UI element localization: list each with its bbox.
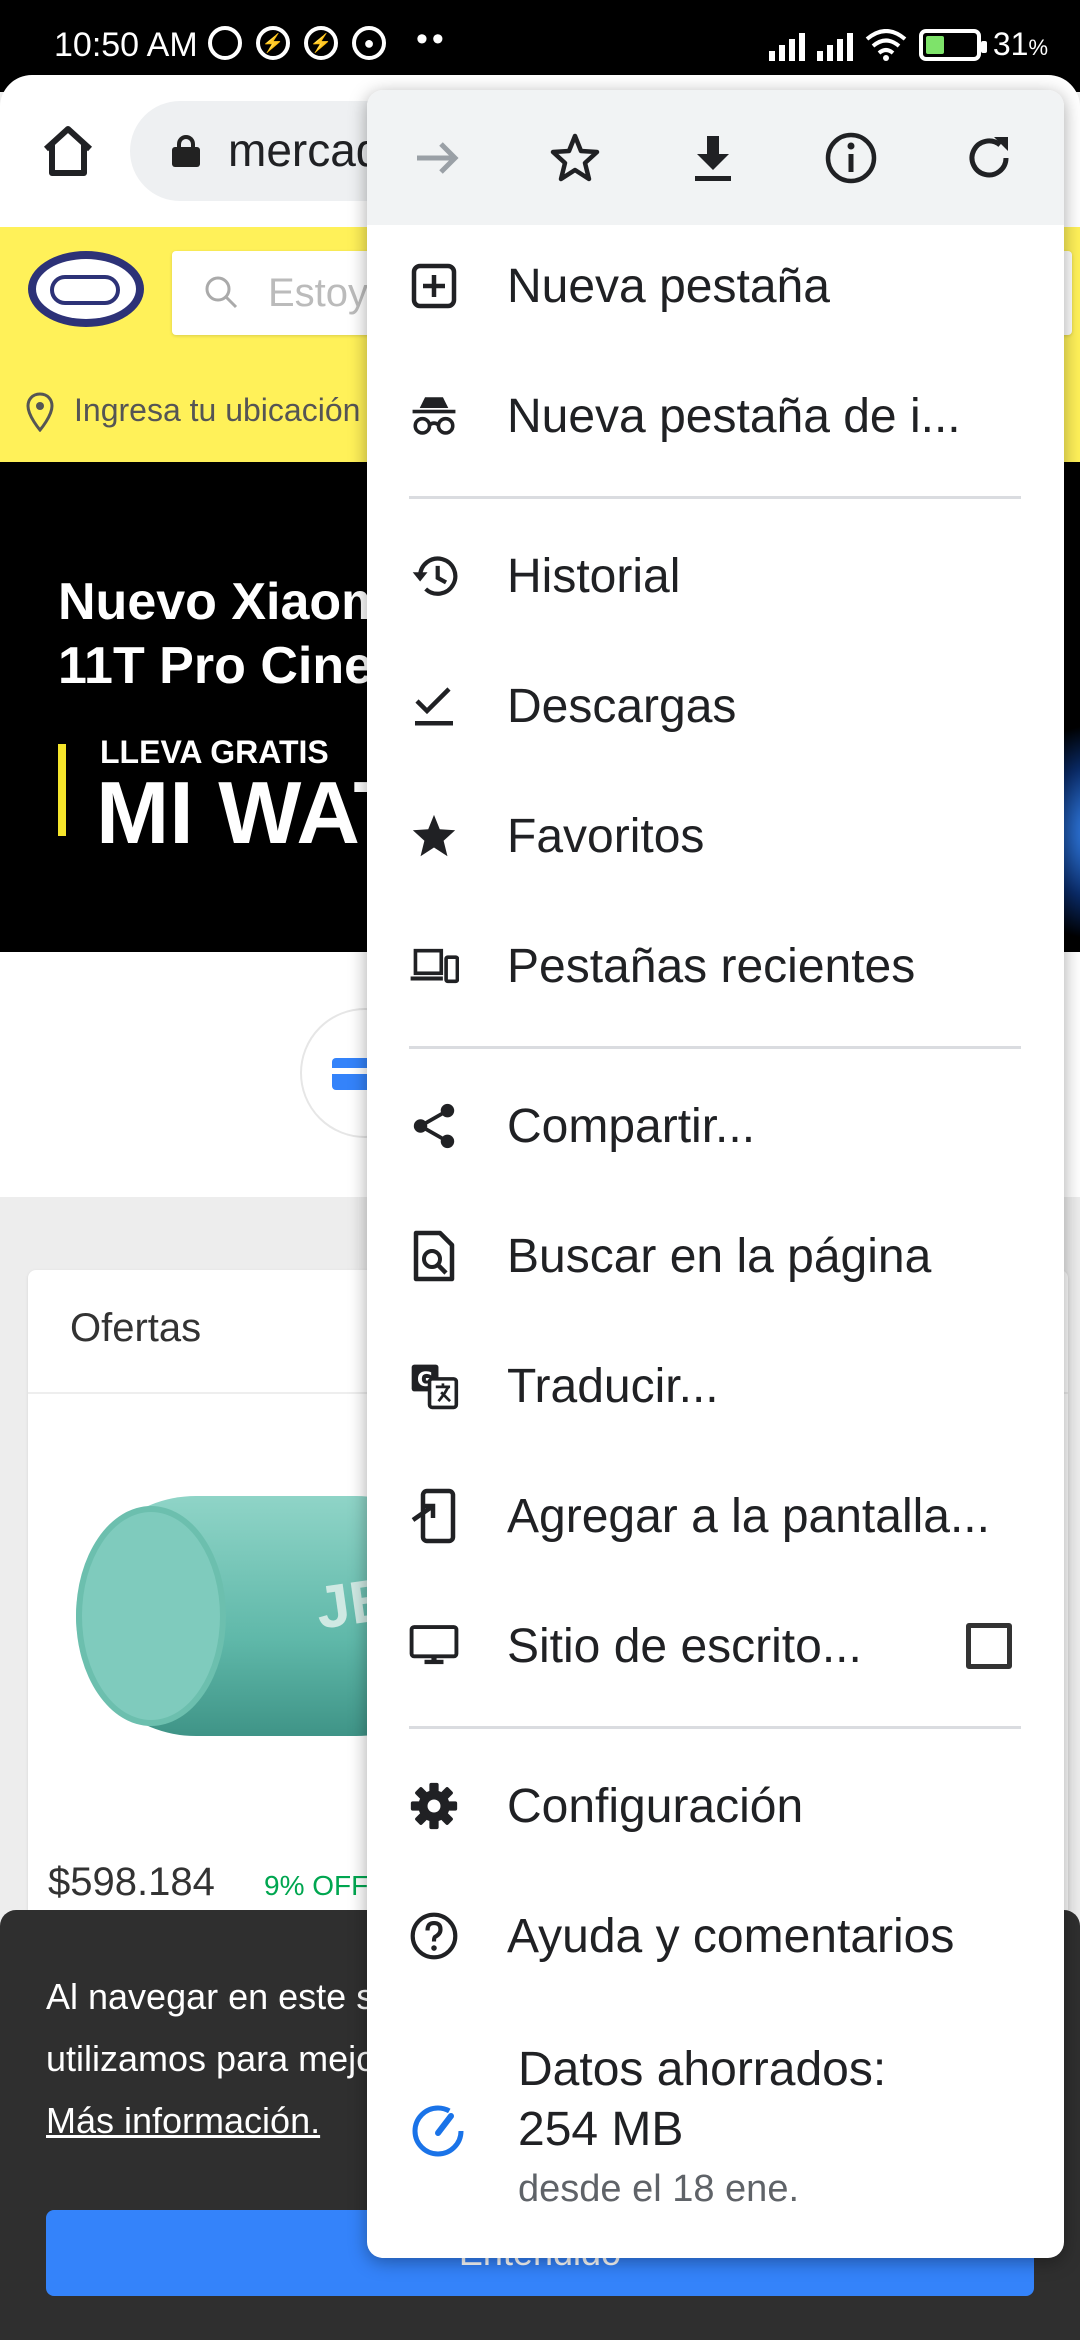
messenger-icon: ⚡: [304, 26, 338, 60]
new-tab-icon: [409, 261, 459, 311]
menu-item-desktop-site[interactable]: Sitio de escrito...: [367, 1585, 1064, 1705]
data-saver-amount: 254 MB: [518, 2103, 684, 2156]
more-info-link[interactable]: Más información.: [46, 2090, 376, 2152]
menu-item-history[interactable]: Historial: [367, 515, 1064, 635]
menu-item-label: Buscar en la página: [507, 1230, 932, 1283]
menu-item-help[interactable]: Ayuda y comentarios: [367, 1875, 1064, 1995]
menu-item-label: Nueva pestaña: [507, 260, 830, 313]
menu-item-settings[interactable]: Configuración: [367, 1745, 1064, 1865]
screen: 10:50 AM ⚡ ⚡ ● •• 31% mercadolibre.com.c…: [0, 0, 1080, 2340]
battery-icon: [918, 28, 987, 61]
menu-separator: [409, 496, 1021, 499]
menu-item-recent-tabs[interactable]: Pestañas recientes: [367, 905, 1064, 1025]
location-prompt: Ingresa tu ubicación: [74, 392, 361, 428]
product-price: $598.184: [48, 1860, 215, 1904]
cookie-line: utilizamos para mejorar: [46, 2038, 376, 2079]
location-pin-icon: [26, 392, 54, 432]
offers-title: Ofertas: [70, 1306, 202, 1350]
wifi-icon: [865, 28, 907, 61]
cookie-line: Al navegar en este sitio: [46, 1976, 376, 2017]
alarm-icon: [208, 26, 242, 60]
menu-item-label: Ayuda y comentarios: [507, 1910, 955, 1963]
menu-item-label: Favoritos: [507, 810, 705, 863]
status-system-icons: 31%: [768, 26, 1048, 63]
more-notifications-icon: ••: [416, 20, 448, 58]
signal-icon: [768, 29, 805, 61]
product-discount: 9% OFF: [264, 1870, 369, 1901]
forward-icon[interactable]: [399, 120, 475, 196]
search-icon: [205, 276, 238, 309]
home-icon[interactable]: [36, 119, 100, 183]
data-saver-summary[interactable]: Datos ahorrados: 254 MB desde el 18 ene.: [367, 2020, 1064, 2240]
status-time: 10:50 AM: [54, 26, 198, 64]
menu-item-label: Nueva pestaña de i...: [507, 390, 961, 443]
data-saver-since: desde el 18 ene.: [518, 2168, 800, 2210]
menu-item-downloads[interactable]: Descargas: [367, 645, 1064, 765]
status-notification-icons: ⚡ ⚡ ●: [208, 26, 386, 60]
info-icon[interactable]: [813, 120, 889, 196]
menu-item-add-to-home[interactable]: Agregar a la pantalla...: [367, 1455, 1064, 1575]
reload-icon[interactable]: [951, 120, 1027, 196]
menu-item-label: Sitio de escrito...: [507, 1620, 862, 1673]
settings-gear-icon: [409, 1781, 459, 1831]
downloads-icon: [409, 681, 459, 731]
share-icon: [409, 1101, 459, 1151]
menu-item-share[interactable]: Compartir...: [367, 1065, 1064, 1185]
menu-separator: [409, 1046, 1021, 1049]
menu-item-find-in-page[interactable]: Buscar en la página: [367, 1195, 1064, 1315]
data-saver-title: Datos ahorrados:: [518, 2043, 887, 2096]
devices-icon: [409, 941, 459, 991]
overflow-menu: Nueva pestaña Nueva pestaña de i... Hist…: [367, 90, 1064, 2258]
menu-item-label: Traducir...: [507, 1360, 719, 1413]
cookie-text: Al navegar en este sitio utilizamos para…: [46, 1966, 376, 2152]
menu-action-bar: [367, 90, 1064, 225]
desktop-site-checkbox[interactable]: [966, 1623, 1012, 1669]
incognito-icon: [409, 391, 459, 441]
find-in-page-icon: [409, 1230, 459, 1282]
history-icon: [409, 551, 459, 601]
menu-item-label: Compartir...: [507, 1100, 756, 1153]
help-icon: [409, 1911, 459, 1961]
lock-icon: [172, 135, 200, 167]
messenger-icon: ⚡: [256, 26, 290, 60]
desktop-icon: [409, 1621, 459, 1671]
download-icon[interactable]: [675, 120, 751, 196]
mercadolibre-logo[interactable]: [24, 247, 148, 331]
menu-item-bookmarks[interactable]: Favoritos: [367, 775, 1064, 895]
menu-item-label: Descargas: [507, 680, 737, 733]
menu-item-incognito[interactable]: Nueva pestaña de i...: [367, 355, 1064, 475]
bookmark-star-icon[interactable]: [537, 120, 613, 196]
data-saver-gauge-icon: [412, 2105, 464, 2157]
signal-icon: [816, 29, 853, 61]
star-icon: [409, 811, 459, 861]
app-icon: ●: [352, 26, 386, 60]
add-to-home-icon: [409, 1488, 459, 1544]
menu-item-label: Configuración: [507, 1780, 804, 1833]
menu-item-translate[interactable]: G Traducir...: [367, 1325, 1064, 1445]
menu-separator: [409, 1726, 1021, 1729]
menu-item-label: Agregar a la pantalla...: [507, 1490, 990, 1543]
menu-item-label: Pestañas recientes: [507, 940, 916, 993]
menu-item-label: Historial: [507, 550, 681, 603]
battery-level: 31%: [992, 26, 1048, 62]
translate-icon: G: [409, 1361, 459, 1411]
menu-item-new-tab[interactable]: Nueva pestaña: [367, 225, 1064, 345]
banner-accent-bar: [58, 744, 66, 836]
